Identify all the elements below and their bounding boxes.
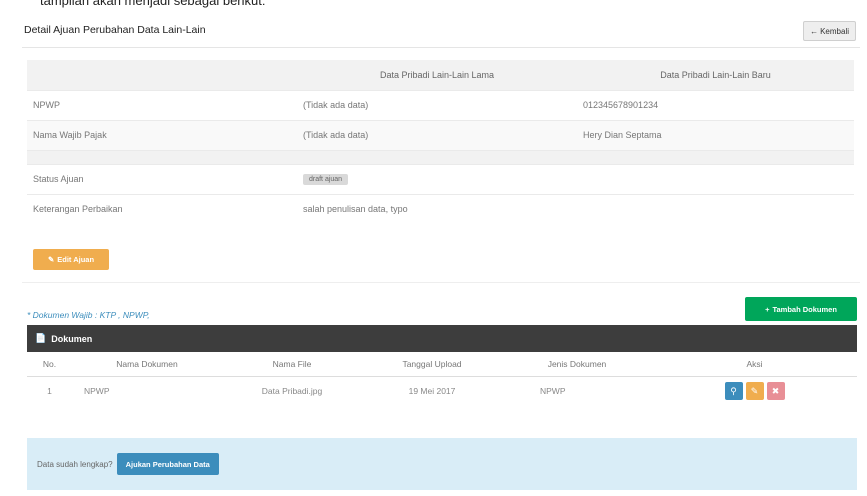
row-label: Nama Wajib Pajak — [27, 119, 297, 150]
divider — [22, 282, 860, 283]
comparison-empty-header — [27, 60, 297, 90]
callout-text: Data sudah lengkap? — [37, 459, 113, 469]
comparison-header-row: Data Pribadi Lain-Lain Lama Data Pribadi… — [27, 60, 854, 90]
arrow-left-icon: ← — [810, 26, 819, 36]
trash-icon: ✖ — [771, 385, 780, 396]
row-new-value: 012345678901234 — [577, 89, 854, 120]
col-actions: Aksi — [652, 352, 857, 377]
edit-ajuan-label: Edit Ajuan — [57, 255, 95, 264]
delete-button[interactable]: ✖ — [766, 382, 785, 401]
documents-box-title: Dokumen — [51, 333, 93, 344]
search-icon: ⚲ — [730, 385, 737, 396]
row-label: NPWP — [27, 89, 297, 120]
cell-no: 1 — [47, 386, 52, 397]
col-no: No. — [27, 352, 72, 377]
page-title: Detail Ajuan Perubahan Data Lain-Lain — [24, 24, 206, 36]
cell-actions: ⚲ ✎ ✖ — [652, 376, 857, 406]
documents-box-header: 📄 Dokumen — [27, 325, 857, 352]
documents-box: 📄 Dokumen No. Nama Dokumen Nama File Tan… — [27, 325, 857, 407]
edit-button[interactable]: ✎ — [745, 382, 764, 401]
notes-label: Keterangan Perbaikan — [27, 193, 297, 224]
add-document-label: Tambah Dokumen — [772, 304, 837, 314]
comparison-row: NPWP (Tidak ada data) 012345678901234 — [27, 89, 854, 120]
back-button-label: Kembali — [820, 26, 849, 36]
documents-header-row: No. Nama Dokumen Nama File Tanggal Uploa… — [27, 352, 857, 377]
submit-change-button[interactable]: Ajukan Perubahan Data — [116, 453, 219, 475]
cell-upload-date: 19 Mei 2017 — [408, 386, 456, 397]
cell-file-name: Data Pribadi.jpg — [261, 386, 323, 397]
col-new-header: Data Pribadi Lain-Lain Baru — [577, 60, 854, 90]
col-doc-type: Jenis Dokumen — [502, 352, 652, 377]
plus-icon: + — [765, 304, 770, 314]
cell-doc-name: NPWP — [84, 386, 110, 397]
submit-callout: Data sudah lengkap? Ajukan Perubahan Dat… — [27, 438, 857, 490]
col-file-name: Nama File — [222, 352, 362, 377]
row-new-value: Hery Dian Septama — [577, 119, 854, 150]
table-spacer — [27, 149, 854, 164]
add-document-button[interactable]: + Tambah Dokumen — [745, 297, 857, 321]
comparison-table: Data Pribadi Lain-Lain Lama Data Pribadi… — [27, 60, 854, 224]
row-old-value: (Tidak ada data) — [297, 119, 577, 150]
status-label: Status Ajuan — [27, 163, 297, 194]
back-button[interactable]: ← Kembali — [803, 21, 856, 41]
col-doc-name: Nama Dokumen — [72, 352, 222, 377]
col-upload-date: Tanggal Upload — [362, 352, 502, 377]
status-row: Status Ajuan draft ajuan — [27, 163, 854, 194]
documents-table: No. Nama Dokumen Nama File Tanggal Uploa… — [27, 352, 857, 406]
view-button[interactable]: ⚲ — [724, 382, 743, 401]
required-documents-note: * Dokumen Wajib : KTP , NPWP, — [27, 310, 150, 320]
row-old-value: (Tidak ada data) — [297, 89, 577, 120]
pencil-icon: ✎ — [750, 385, 759, 396]
panel-header: Detail Ajuan Perubahan Data Lain-Lain ← … — [22, 14, 860, 48]
comparison-row: Nama Wajib Pajak (Tidak ada data) Hery D… — [27, 119, 854, 150]
cut-off-text: tampilan akan menjadi sebagai berikut: — [40, 0, 266, 8]
pencil-icon: ✎ — [47, 255, 55, 264]
cell-doc-type: NPWP — [540, 386, 566, 397]
notes-value: salah penulisan data, typo — [297, 193, 854, 224]
file-icon: 📄 — [35, 333, 47, 343]
notes-row: Keterangan Perbaikan salah penulisan dat… — [27, 193, 854, 224]
status-badge: draft ajuan — [303, 174, 349, 185]
col-old-header: Data Pribadi Lain-Lain Lama — [297, 60, 577, 90]
table-row: 1 NPWP Data Pribadi.jpg 19 Mei 2017 NPWP… — [27, 376, 857, 406]
edit-ajuan-button[interactable]: ✎ Edit Ajuan — [33, 249, 109, 270]
